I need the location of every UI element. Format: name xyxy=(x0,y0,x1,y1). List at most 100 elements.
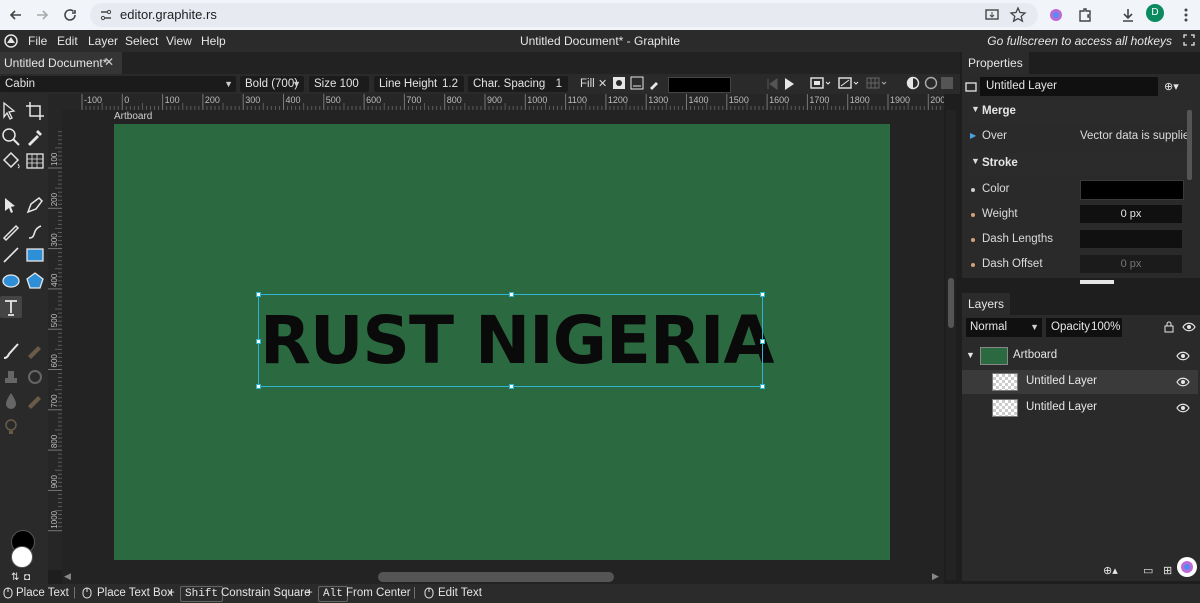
align-icon[interactable] xyxy=(810,76,832,90)
dash-lengths-input[interactable] xyxy=(1080,230,1182,248)
tab-untitled-document[interactable]: Untitled Document* ✕ xyxy=(0,52,122,74)
visibility-eye-icon[interactable] xyxy=(1176,350,1190,362)
horizontal-scrollbar[interactable]: ◀ ▶ xyxy=(62,570,944,584)
bookmark-star-icon[interactable] xyxy=(1008,5,1028,25)
resize-handle-tl[interactable] xyxy=(256,292,261,297)
select-tool-icon[interactable] xyxy=(0,100,22,122)
install-app-icon[interactable] xyxy=(982,5,1002,25)
font-family-select[interactable]: Cabin ▼ xyxy=(0,76,236,92)
fill-tool-icon[interactable] xyxy=(0,150,22,172)
artboard-label[interactable]: Artboard xyxy=(114,111,152,122)
profile-avatar[interactable]: D xyxy=(1146,4,1164,22)
boolean-icon[interactable] xyxy=(838,76,860,90)
secondary-color-swatch[interactable] xyxy=(11,546,33,568)
dash-offset-input[interactable]: 0 px xyxy=(1080,255,1182,273)
font-size-field[interactable]: Size 100 px xyxy=(309,76,369,106)
eyedropper-tool-icon[interactable] xyxy=(24,126,46,148)
view-mode-pixel-icon[interactable] xyxy=(940,76,954,90)
view-mode-outline-icon[interactable] xyxy=(924,76,938,90)
detail-tool-icon[interactable] xyxy=(0,390,22,412)
ruler-horizontal[interactable]: -100 0 100 200 300 400 500 600 700 800 900 1000 1100… xyxy=(48,94,944,110)
fill-solid-icon[interactable] xyxy=(612,76,626,90)
stroke-section-header[interactable]: ▼ Stroke xyxy=(968,153,1192,175)
merge-section-header[interactable]: ▼ Merge xyxy=(968,101,1192,123)
layer-row-artboard[interactable]: ▼ Artboard xyxy=(962,344,1198,368)
back-icon[interactable] xyxy=(6,5,26,25)
skip-back-icon[interactable] xyxy=(766,77,778,91)
font-weight-select[interactable]: Bold (700) ▼ xyxy=(240,76,304,92)
new-layer-menu-icon[interactable]: ⊕▴ xyxy=(1103,564,1118,577)
char-spacing-field[interactable]: Char. Spacing 1 xyxy=(468,76,568,92)
stroke-color-swatch[interactable] xyxy=(1080,180,1184,200)
resize-handle-br[interactable] xyxy=(760,384,765,389)
fill-color-swatch[interactable] xyxy=(668,77,731,93)
download-icon[interactable] xyxy=(1118,5,1138,25)
visibility-eye-icon[interactable] xyxy=(1182,322,1196,332)
grid-icon[interactable] xyxy=(866,76,888,90)
spline-tool-icon[interactable] xyxy=(24,220,46,242)
menu-file[interactable]: File xyxy=(28,34,47,48)
layer-row-shape[interactable]: Untitled Layer xyxy=(962,396,1198,420)
lock-icon[interactable] xyxy=(1164,321,1174,333)
opacity-input[interactable]: Opacity 100% xyxy=(1046,318,1122,337)
patch-tool-icon[interactable] xyxy=(24,366,46,388)
blend-mode-select[interactable]: Normal ▼ xyxy=(966,318,1042,337)
vertical-scrollbar[interactable] xyxy=(946,110,956,580)
imaginate-tool-icon[interactable] xyxy=(0,416,22,438)
resize-handle-bl[interactable] xyxy=(256,384,261,389)
swap-colors-icon[interactable]: ⇅ xyxy=(11,572,19,583)
menu-view[interactable]: View xyxy=(166,34,192,48)
canvas-viewport[interactable]: Artboard RUST NIGERIA xyxy=(62,110,944,570)
expand-triangle-icon[interactable]: ▶ xyxy=(970,131,976,140)
scroll-left-icon[interactable]: ◀ xyxy=(64,571,71,582)
layer-row-text[interactable]: Untitled Layer xyxy=(962,370,1198,394)
visibility-eye-icon[interactable] xyxy=(1176,376,1190,388)
assistant-icon[interactable] xyxy=(1176,556,1198,578)
view-mode-normal-icon[interactable] xyxy=(906,76,920,90)
resize-handle-b[interactable] xyxy=(509,384,514,389)
fill-clear-icon[interactable]: ✕ xyxy=(598,77,607,90)
layer-name-input[interactable]: Untitled Layer xyxy=(980,77,1158,96)
pen-tool-icon[interactable] xyxy=(24,194,46,216)
layer-options-icon[interactable]: ⊕▾ xyxy=(1164,80,1179,93)
brush-tool-icon[interactable] xyxy=(0,340,22,362)
forward-icon[interactable] xyxy=(32,5,52,25)
menu-help[interactable]: Help xyxy=(201,34,226,48)
ellipse-tool-icon[interactable] xyxy=(0,270,22,292)
add-layer-icon[interactable]: ⊞ xyxy=(1163,564,1172,577)
chevron-down-icon[interactable]: ▼ xyxy=(966,350,975,360)
text-bounding-box[interactable] xyxy=(256,292,765,389)
close-icon[interactable]: ✕ xyxy=(104,55,114,69)
properties-scroll-thumb[interactable] xyxy=(1187,110,1192,180)
resize-handle-l[interactable] xyxy=(256,339,261,344)
new-folder-icon[interactable]: ▭ xyxy=(1143,564,1153,577)
resize-handle-tr[interactable] xyxy=(760,292,765,297)
tab-layers[interactable]: Layers xyxy=(962,293,1011,315)
resize-handle-t[interactable] xyxy=(509,292,514,297)
extension-icon[interactable] xyxy=(1046,5,1066,25)
fullscreen-hint[interactable]: Go fullscreen to access all hotkeys xyxy=(987,34,1172,48)
visibility-eye-icon[interactable] xyxy=(1176,402,1190,414)
path-tool-icon[interactable] xyxy=(0,194,22,216)
browser-menu-icon[interactable] xyxy=(1176,5,1196,25)
scroll-right-icon[interactable]: ▶ xyxy=(932,571,939,582)
navigate-tool-icon[interactable] xyxy=(0,126,22,148)
artboard-tool-icon[interactable] xyxy=(24,100,46,122)
fill-gradient-icon[interactable] xyxy=(630,76,644,90)
eyedropper-fill-icon[interactable] xyxy=(648,76,662,90)
address-bar[interactable]: editor.graphite.rs xyxy=(90,3,1038,27)
ruler-vertical[interactable]: 100 200 300 400 500 600 700 800 900 1000 xyxy=(48,110,62,570)
line-height-field[interactable]: Line Height 1.2 xyxy=(374,76,464,92)
horizontal-scroll-thumb[interactable] xyxy=(378,572,614,582)
rectangle-tool-icon[interactable] xyxy=(24,244,46,266)
polygon-tool-icon[interactable] xyxy=(24,270,46,292)
reload-icon[interactable] xyxy=(60,5,80,25)
text-tool-icon[interactable] xyxy=(0,296,22,318)
menu-select[interactable]: Select xyxy=(125,34,158,48)
tab-properties[interactable]: Properties xyxy=(962,52,1029,74)
play-icon[interactable] xyxy=(783,77,795,91)
relight-tool-icon[interactable] xyxy=(24,390,46,412)
vertical-scroll-thumb[interactable] xyxy=(948,278,954,328)
site-settings-icon[interactable] xyxy=(99,8,113,22)
fullscreen-icon[interactable] xyxy=(1183,34,1195,46)
